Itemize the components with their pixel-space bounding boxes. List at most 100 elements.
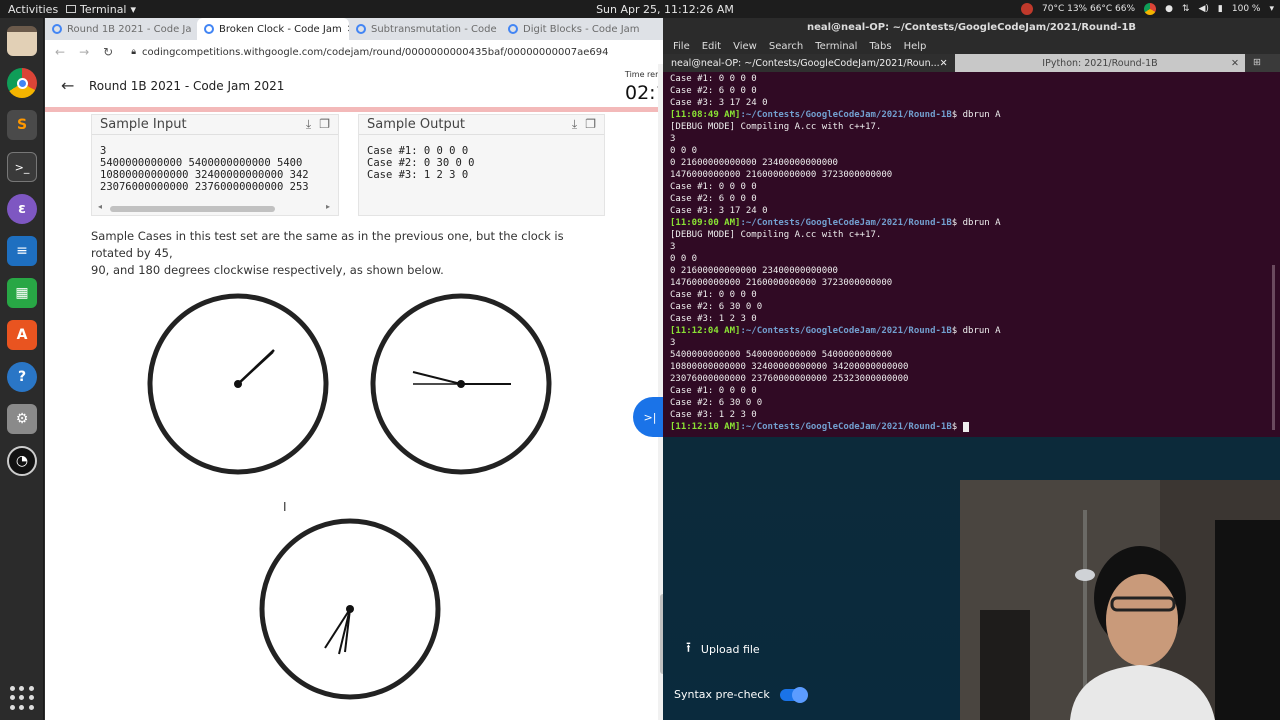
address-bar[interactable]: 🔒︎ codingcompetitions.withgoogle.com/cod…	[127, 43, 670, 61]
calc-icon[interactable]: ▦	[7, 278, 37, 308]
lamp-pole	[1083, 510, 1087, 690]
forward-arrow-icon[interactable]: →	[79, 45, 89, 59]
new-tab-icon[interactable]: ⊞	[1245, 54, 1261, 72]
scrollbar-thumb[interactable]	[110, 206, 275, 212]
terminal-tab-shell[interactable]: neal@neal-OP: ~/Contests/GoogleCodeJam/2…	[663, 54, 955, 72]
terminal-line: Case #2: 6 0 0 0	[670, 194, 757, 204]
sample-input-actions: ⤓ ❐	[306, 117, 330, 132]
monitor	[980, 610, 1030, 720]
terminal-line: Case #1: 0 0 0 0	[670, 182, 757, 192]
prompt-time: [11:12:04 AM]	[670, 326, 741, 336]
terminal-line: 0 0 0	[670, 146, 698, 156]
browser-tab-broken-clock[interactable]: Broken Clock - Code Jam ✕	[197, 18, 349, 40]
terminal-icon[interactable]: >_	[7, 152, 37, 182]
system-top-bar: Activities Terminal ▾ Sun Apr 25, 11:12:…	[0, 0, 1280, 18]
network-icon: ⇅	[1181, 4, 1190, 14]
terminal-line: [DEBUG MODE] Compiling A.cc with c++17.	[670, 230, 882, 240]
tab-label: Broken Clock - Code Jam	[219, 23, 342, 35]
toggle-knob	[791, 686, 808, 703]
syntax-precheck-toggle[interactable]	[779, 686, 808, 703]
google-favicon-icon	[204, 24, 214, 34]
activities-button[interactable]: Activities	[0, 3, 60, 16]
obs-icon[interactable]: ◔	[7, 446, 37, 476]
help-icon[interactable]: ?	[7, 362, 37, 392]
reload-icon[interactable]: ↻	[103, 45, 113, 59]
user-icon: ●	[1165, 4, 1173, 14]
terminal-window: neal@neal-OP: ~/Contests/GoogleCodeJam/2…	[663, 18, 1280, 437]
download-icon[interactable]: ⤓	[572, 117, 577, 132]
menu-view[interactable]: View	[733, 41, 757, 52]
page-title: Round 1B 2021 - Code Jam 2021	[89, 78, 285, 93]
terminal-scrollbar[interactable]	[1272, 265, 1275, 430]
terminal-line: 3	[670, 134, 676, 144]
terminal-line: Case #1: 0 0 0 0	[670, 290, 757, 300]
menu-tabs[interactable]: Tabs	[869, 41, 891, 52]
terminal-output[interactable]: Case #1: 0 0 0 0 Case #2: 6 0 0 0 Case #…	[670, 73, 1275, 437]
terminal-tab-label: neal@neal-OP: ~/Contests/GoogleCodeJam/2…	[671, 57, 940, 69]
copy-icon[interactable]: ❐	[585, 117, 596, 132]
terminal-line: Case #3: 1 2 3 0	[670, 314, 757, 324]
menu-file[interactable]: File	[673, 41, 690, 52]
writer-icon[interactable]: ≡	[7, 236, 37, 266]
text-cursor-icon: I	[283, 500, 287, 514]
files-icon[interactable]	[7, 26, 37, 56]
system-clock[interactable]: Sun Apr 25, 11:12:26 AM	[560, 3, 770, 16]
page-header: ← Round 1B 2021 - Code Jam 2021 Time rem…	[45, 64, 670, 112]
scroll-right-icon[interactable]: ▸	[326, 202, 330, 211]
terminal-app-icon	[66, 5, 76, 13]
download-icon[interactable]: ⤓	[306, 117, 311, 132]
address-bar-url: codingcompetitions.withgoogle.com/codeja…	[141, 46, 609, 58]
sample-output-title: Sample Output	[359, 115, 604, 135]
terminal-line: Case #3: 3 17 24 0	[670, 98, 768, 108]
prompt-time: [11:08:49 AM]	[670, 110, 741, 120]
sample-input-scrollbar[interactable]: ◂ ▸	[98, 202, 332, 212]
prompt-command: $ dbrun A	[951, 110, 1001, 120]
chevron-down-icon: ▾	[1269, 4, 1274, 14]
terminal-line: 3	[670, 242, 676, 252]
prompt-path: :~/Contests/GoogleCodeJam/2021/Round-1B	[740, 218, 952, 228]
clock-center	[346, 605, 354, 613]
menu-edit[interactable]: Edit	[702, 41, 721, 52]
prompt-command: $	[951, 422, 963, 432]
temperature-readout: 70°C 13% 66°C 66%	[1042, 4, 1136, 14]
problem-page: Sample Input ⤓ ❐ 3 5400000000000 5400000…	[45, 64, 670, 720]
browser-window: Round 1B 2021 - Code Ja Broken Clock - C…	[45, 18, 670, 720]
clock-hand	[412, 371, 462, 385]
terminal-menu-bar: File Edit View Search Terminal Tabs Help	[663, 38, 1280, 54]
terminal-line: Case #3: 1 2 3 0	[670, 410, 757, 420]
scroll-left-icon[interactable]: ◂	[98, 202, 102, 211]
back-arrow-icon[interactable]: ←	[55, 45, 65, 59]
face	[1106, 574, 1178, 666]
menu-search[interactable]: Search	[769, 41, 803, 52]
browser-tab-round-1b[interactable]: Round 1B 2021 - Code Ja	[45, 18, 197, 40]
terminal-tab-ipython[interactable]: IPython: 2021/Round-1B ✕	[955, 54, 1245, 72]
software-center-icon[interactable]: A	[7, 320, 37, 350]
sublime-text-icon[interactable]: S	[7, 110, 37, 140]
sample-output-text: Case #1: 0 0 0 0 Case #2: 0 30 0 0 Case …	[367, 145, 475, 181]
terminal-title: neal@neal-OP: ~/Contests/GoogleCodeJam/2…	[663, 18, 1280, 38]
app-menu[interactable]: Terminal ▾	[66, 3, 136, 16]
back-arrow-icon[interactable]: ←	[61, 76, 75, 95]
browser-tab-subtransmutation[interactable]: Subtransmutation - Code	[349, 18, 501, 40]
close-tab-icon[interactable]: ✕	[940, 58, 948, 69]
menu-terminal[interactable]: Terminal	[815, 41, 857, 52]
close-tab-icon[interactable]: ✕	[1231, 58, 1239, 69]
tab-label: Subtransmutation - Code	[371, 23, 497, 35]
terminal-line: Case #2: 6 0 0 0	[670, 86, 757, 96]
record-icon	[1021, 3, 1033, 15]
terminal-line: 10800000000000 32400000000000 3420000000…	[670, 362, 909, 372]
settings-icon[interactable]: ⚙	[7, 404, 37, 434]
sample-output-actions: ⤓ ❐	[572, 117, 596, 132]
emacs-icon[interactable]: ε	[7, 194, 37, 224]
terminal-line: Case #1: 0 0 0 0	[670, 386, 757, 396]
sample-output-box: Sample Output ⤓ ❐ Case #1: 0 0 0 0 Case …	[358, 114, 605, 216]
battery-icon: ▮	[1217, 4, 1223, 14]
show-applications-icon[interactable]	[10, 686, 34, 710]
chrome-icon[interactable]	[7, 68, 37, 98]
menu-help[interactable]: Help	[904, 41, 927, 52]
system-tray[interactable]: 70°C 13% 66°C 66% ● ⇅ ◀) ▮ 100 % ▾	[1021, 0, 1274, 18]
sample-input-title: Sample Input	[92, 115, 338, 135]
upload-file-button[interactable]: ⭱ Upload file	[686, 637, 760, 661]
copy-icon[interactable]: ❐	[319, 117, 330, 132]
browser-tab-digit-blocks[interactable]: Digit Blocks - Code Jam	[501, 18, 653, 40]
